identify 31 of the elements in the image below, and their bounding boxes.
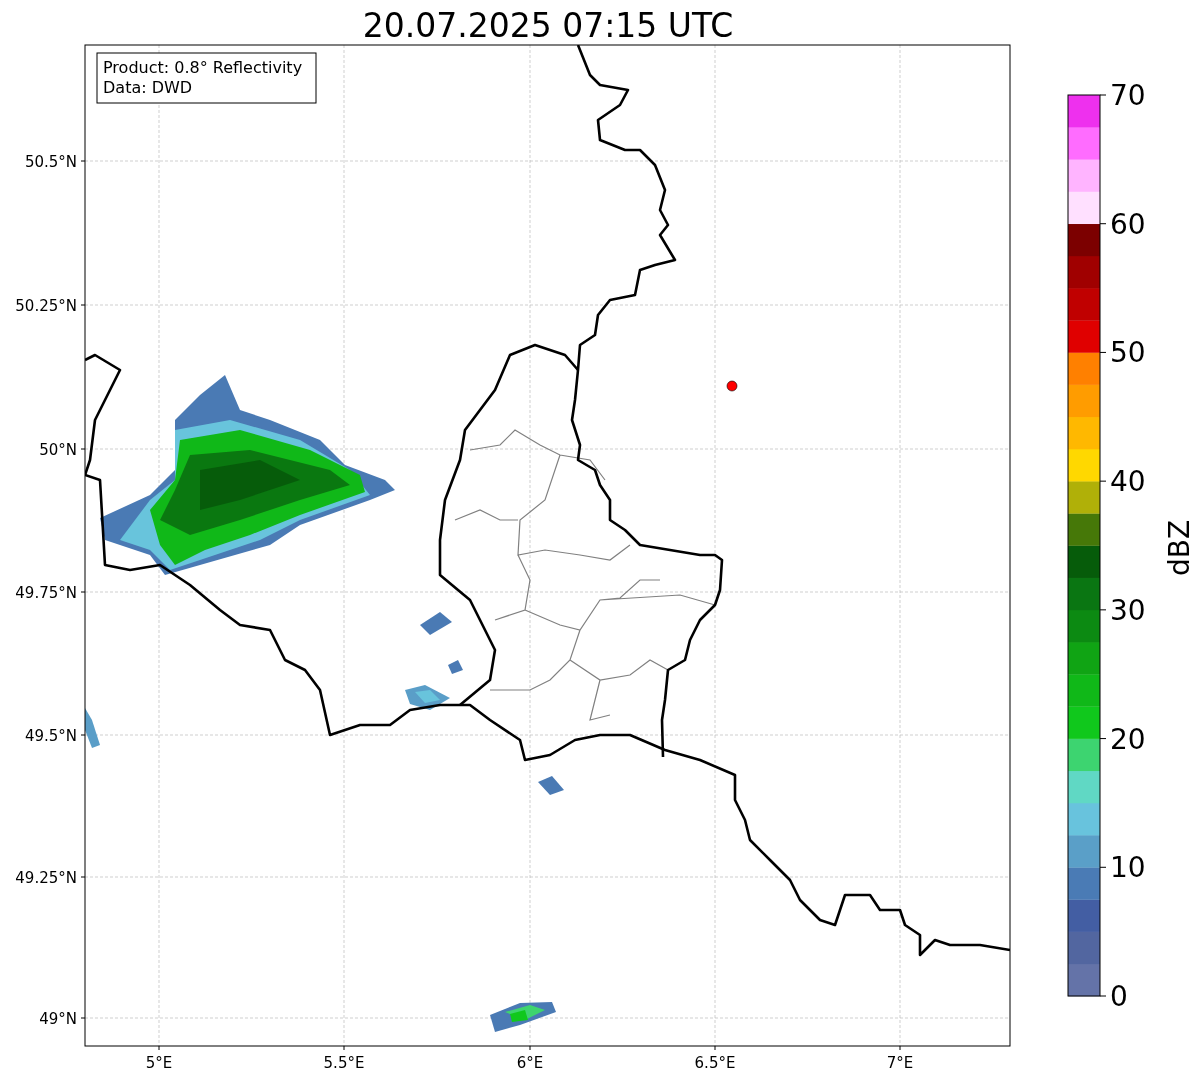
radar-echo	[420, 612, 452, 635]
latitude-label: 50.5°N	[24, 153, 77, 171]
colorbar-label: dBZ	[1163, 519, 1196, 577]
latitude-label: 50°N	[39, 441, 77, 459]
radar-echo	[405, 685, 450, 710]
longitude-label: 5.5°E	[323, 1054, 365, 1072]
colorbar-tick-label: 40	[1110, 465, 1146, 499]
latitude-label: 49.5°N	[24, 727, 77, 745]
colorbar-tick-label: 30	[1110, 593, 1146, 627]
colorbar-tick-label: 20	[1110, 722, 1146, 756]
longitude-label: 6.5°E	[694, 1054, 736, 1072]
chart-title: 20.07.2025 07:15 UTC	[362, 6, 734, 45]
longitude-label: 7°E	[886, 1054, 914, 1072]
radar-echo	[85, 708, 100, 748]
latitude-label: 49.25°N	[15, 869, 77, 887]
longitude-label: 5°E	[145, 1054, 173, 1072]
radar-echo	[490, 1002, 556, 1032]
info-text: Data: DWD	[103, 78, 193, 97]
latitude-label: 49°N	[39, 1010, 77, 1028]
colorbar-tick-label: 10	[1110, 851, 1146, 885]
longitude-label: 6°E	[516, 1054, 544, 1072]
colorbar-tick-label: 0	[1110, 980, 1128, 1013]
info-text: Product: 0.8° Reflectivity	[103, 58, 303, 77]
latitude-label: 50.25°N	[15, 297, 77, 315]
colorbar-tick-label: 50	[1110, 336, 1146, 370]
colorbar-tick-label: 70	[1110, 79, 1146, 112]
colorbar-tick-label: 60	[1110, 207, 1146, 241]
radar-echo	[538, 776, 564, 795]
radar-echo	[448, 660, 463, 674]
radar-site-marker	[726, 380, 738, 392]
latitude-label: 49.75°N	[15, 584, 77, 602]
